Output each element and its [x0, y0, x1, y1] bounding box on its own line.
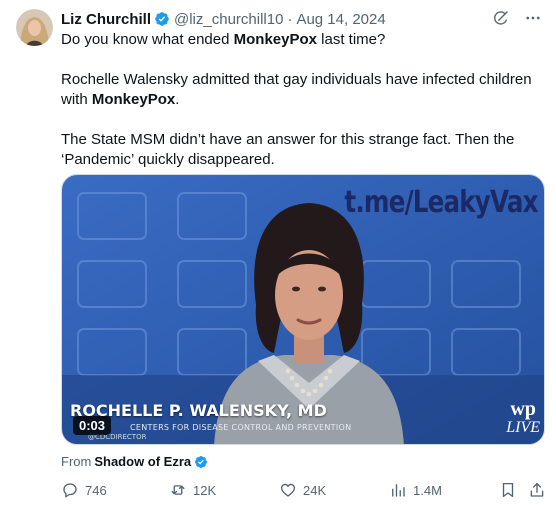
tweet-top-actions — [492, 9, 542, 27]
reply-count: 746 — [85, 482, 107, 498]
views-count: 1.4M — [413, 482, 442, 498]
video-lower-third: ROCHELLE P. WALENSKY, MD CENTERS FOR DIS… — [70, 401, 351, 441]
share-icon — [530, 482, 544, 497]
reply-button[interactable]: 746 — [61, 481, 107, 499]
author-name[interactable]: Liz Churchill — [61, 11, 151, 28]
tweet-paragraph-2: Rochelle Walensky admitted that gay indi… — [61, 71, 532, 108]
like-count: 24K — [303, 482, 327, 498]
repost-button[interactable]: 12K — [169, 481, 216, 499]
wp-logo: wp — [510, 398, 536, 420]
action-bar: 746 12K 24K 1.4M — [61, 481, 545, 501]
lower-third-org: CENTERS FOR DISEASE CONTROL AND PREVENTI… — [130, 423, 352, 432]
bookmark-icon — [502, 482, 514, 498]
bookmark-button[interactable] — [499, 481, 523, 499]
views-icon — [392, 484, 405, 497]
tweet-paragraph-1: Do you know what ended MonkeyPox last ti… — [61, 31, 386, 48]
tweet-date[interactable]: Aug 14, 2024 — [296, 11, 385, 28]
attribution-source[interactable]: Shadow of Ezra — [94, 454, 191, 469]
attribution: From Shadow of Ezra — [61, 454, 208, 469]
grok-icon[interactable] — [492, 9, 510, 27]
lower-third-name: ROCHELLE P. WALENSKY, MD — [70, 401, 327, 420]
tweet-text: Do you know what ended MonkeyPox last ti… — [61, 30, 541, 170]
repost-icon — [171, 485, 185, 495]
verified-badge-icon[interactable] — [154, 11, 170, 27]
header-separator: · — [287, 10, 293, 28]
avatar[interactable] — [16, 9, 53, 46]
lower-third-sub: @CDCDIRECTOR — [88, 433, 147, 441]
tweet-paragraph-3: The State MSM didn’t have an answer for … — [61, 131, 515, 168]
tweet-header: Liz Churchill @liz_churchill10 · Aug 14,… — [61, 9, 386, 29]
broadcaster-logo: wp LIVE — [506, 399, 540, 437]
reply-icon — [63, 483, 77, 498]
video-duration: 0:03 — [73, 416, 112, 435]
like-button[interactable]: 24K — [279, 481, 326, 499]
tweet[interactable]: Liz Churchill @liz_churchill10 · Aug 14,… — [0, 0, 556, 505]
author-handle[interactable]: @liz_churchill10 — [174, 11, 283, 28]
attribution-prefix: From — [61, 454, 92, 469]
video-watermark: t.me/LeakyVax — [344, 185, 539, 220]
share-button[interactable] — [528, 481, 552, 499]
like-icon — [280, 483, 296, 497]
repost-count: 12K — [193, 482, 217, 498]
live-label: LIVE — [506, 419, 540, 436]
more-icon[interactable] — [524, 9, 542, 27]
verified-badge-icon — [194, 455, 208, 469]
views-button[interactable]: 1.4M — [389, 481, 442, 499]
video-player[interactable]: t.me/LeakyVax ROCHELLE P. WALENSKY, MD C… — [61, 174, 545, 445]
